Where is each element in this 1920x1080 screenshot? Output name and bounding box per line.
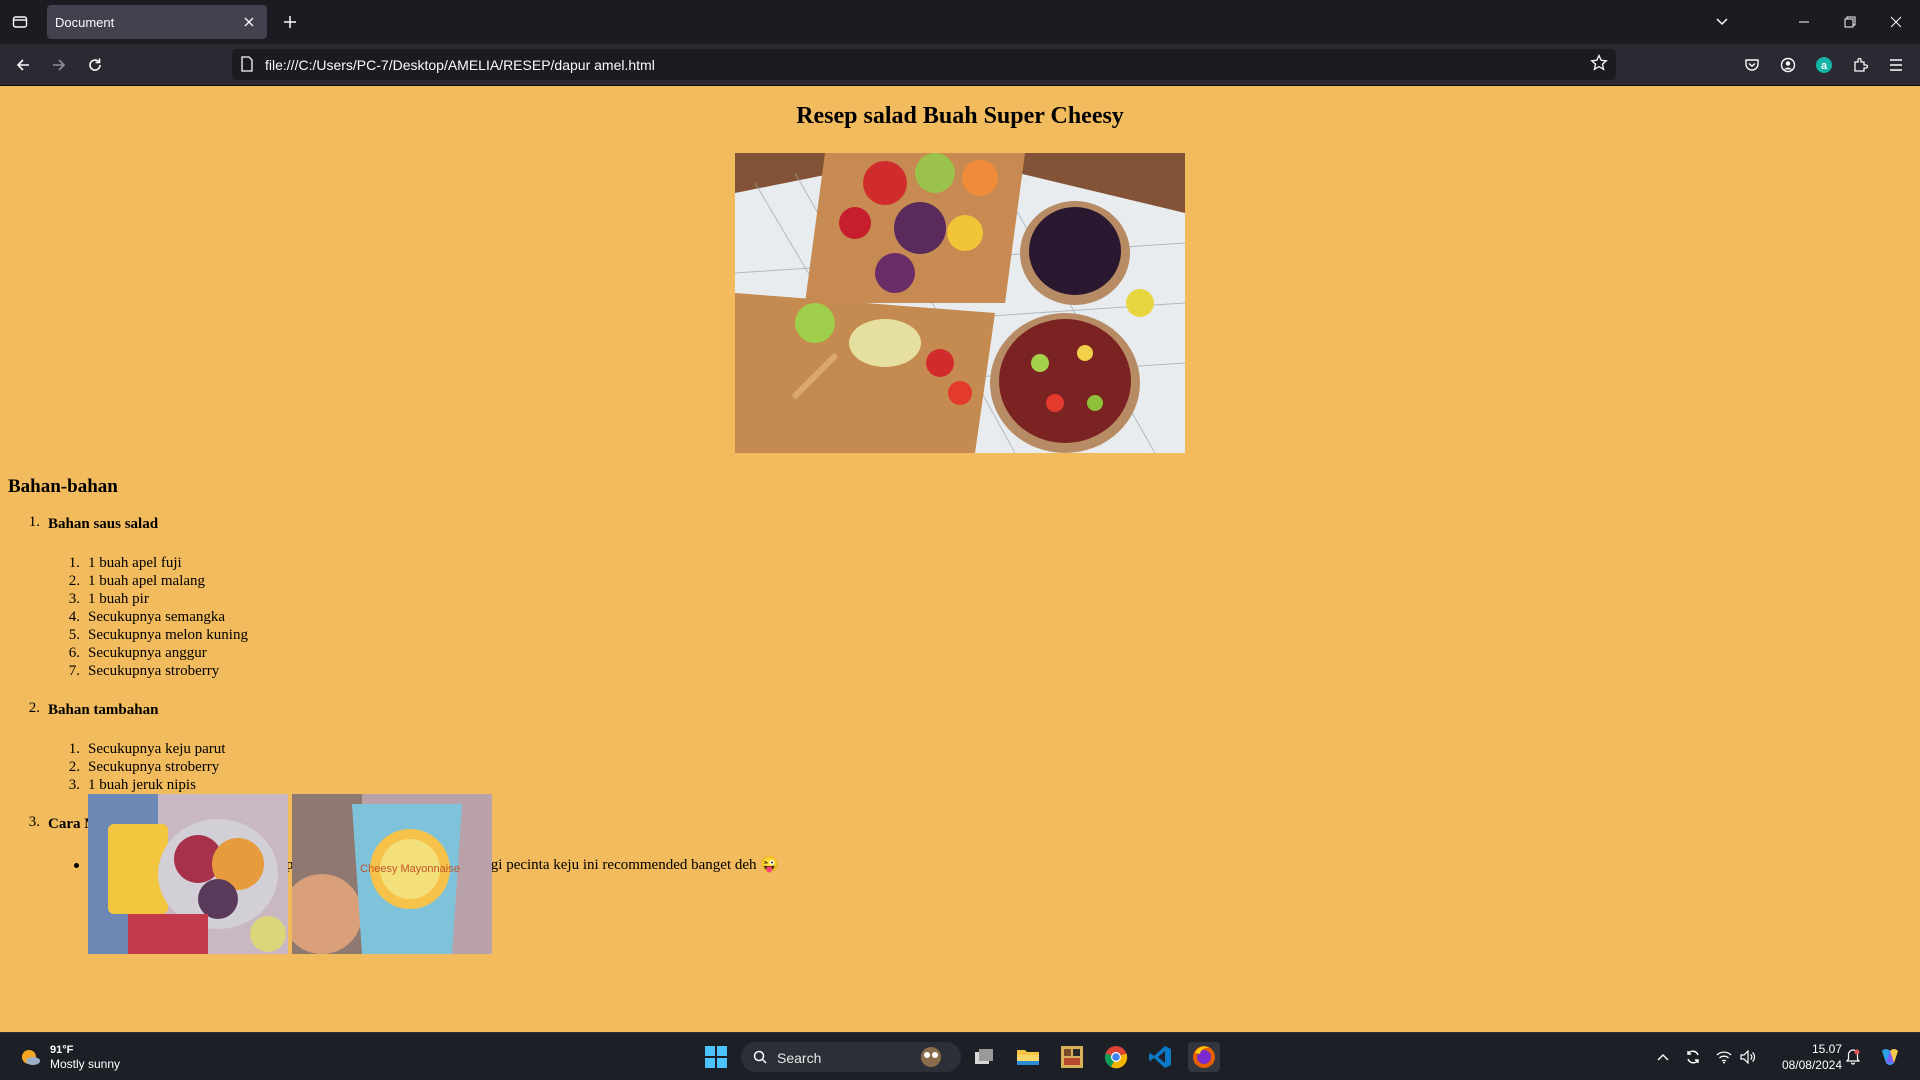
chrome-icon[interactable] [1100, 1042, 1132, 1072]
page-title: Resep salad Buah Super Cheesy [796, 103, 1124, 129]
task-view-icon[interactable] [968, 1042, 1000, 1072]
extensions-icon[interactable] [1847, 52, 1873, 78]
item-number: 6. [68, 645, 80, 661]
pocket-icon[interactable] [1739, 52, 1765, 78]
group-bahan-tambahan: 2. Bahan tambahan 1. Secukupnya keju paru… [0, 700, 779, 794]
windows-taskbar: 91°F Mostly sunny Search 15.07 08/08/202… [0, 1032, 1920, 1080]
new-tab-icon[interactable] [278, 10, 302, 34]
item-text: 1 buah pir [88, 591, 149, 607]
browser-tab-bar: Document [0, 0, 1920, 44]
item-number: 3. [68, 777, 80, 793]
chevron-up-icon[interactable] [1652, 1045, 1674, 1069]
list-item: 6. Secukupnya anggur [48, 644, 779, 662]
bahan-tambahan-items: 1. Secukupnya keju parut 2. Secukupnya str… [48, 740, 779, 794]
list-item: 4. Secukupnya semangka [48, 608, 779, 626]
group-saus-salad: 1. Bahan saus salad 1. 1 buah apel fuji 2… [0, 514, 779, 680]
item-number: 1. [68, 741, 80, 757]
weather-desc: Mostly sunny [50, 1057, 121, 1071]
start-icon[interactable] [700, 1042, 732, 1072]
copilot-icon[interactable] [1876, 1045, 1904, 1069]
tab-document[interactable]: Document [47, 5, 267, 39]
group-title: Bahan tambahan [48, 702, 159, 718]
item-text: Secukupnya stroberry [88, 759, 220, 775]
forward-icon[interactable] [46, 52, 72, 78]
vscode-icon[interactable] [1144, 1042, 1176, 1072]
group-number: 3. [28, 814, 40, 830]
account-icon[interactable] [1775, 52, 1801, 78]
tab-title: Document [55, 15, 115, 30]
step-photos: Cheesy Mayonnaise [88, 794, 492, 954]
item-number: 7. [68, 663, 80, 679]
ingredients-photo [88, 794, 288, 954]
reload-icon[interactable] [82, 52, 108, 78]
page-icon [240, 56, 254, 77]
extension-a-icon[interactable]: a [1811, 52, 1837, 78]
list-item: 2. Secukupnya stroberry [48, 758, 779, 776]
clock-date: 08/08/2024 [1781, 1058, 1842, 1072]
search-highlight-icon [921, 1047, 941, 1067]
item-text: Secukupnya anggur [88, 645, 207, 661]
close-tab-icon[interactable] [239, 12, 259, 32]
item-text: 1 buah apel fuji [88, 555, 182, 571]
group-number: 1. [28, 514, 40, 530]
notification-bell-icon[interactable] [1842, 1045, 1864, 1069]
saus-salad-items: 1. 1 buah apel fuji 2. 1 buah apel malang … [48, 554, 779, 680]
list-item: 2. 1 buah apel malang [48, 572, 779, 590]
app-icon[interactable] [1056, 1042, 1088, 1072]
list-item: 5. Secukupnya melon kuning [48, 626, 779, 644]
search-icon [753, 1050, 767, 1064]
wifi-icon[interactable] [1713, 1045, 1735, 1069]
close-window-icon[interactable] [1882, 10, 1910, 34]
minimize-icon[interactable] [1790, 10, 1818, 34]
list-item: 1. Secukupnya keju parut [48, 740, 779, 758]
firefox-icon[interactable] [1188, 1042, 1220, 1072]
weather-temp: 91°F [50, 1044, 74, 1056]
sun-icon [22, 1050, 40, 1065]
fruit-salad-hero-image [735, 153, 1185, 453]
list-item: 3. 1 buah jeruk nipis [48, 776, 779, 794]
item-number: 3. [68, 591, 80, 607]
weather-widget[interactable]: 91°F Mostly sunny [18, 1043, 120, 1071]
mayo-label: Cheesy Mayonnaise [360, 863, 460, 875]
item-number: 1. [68, 555, 80, 571]
item-text: 1 buah jeruk nipis [88, 777, 196, 793]
item-number: 2. [68, 573, 80, 589]
mayonnaise-photo: Cheesy Mayonnaise [292, 794, 492, 954]
svg-text:a: a [1821, 60, 1828, 72]
item-text: Secukupnya keju parut [88, 741, 226, 757]
search-placeholder: Search [777, 1050, 822, 1066]
group-title: Bahan saus salad [48, 516, 159, 532]
back-icon[interactable] [10, 52, 36, 78]
list-item: 3. 1 buah pir [48, 590, 779, 608]
item-number: 4. [68, 609, 80, 625]
file-explorer-icon[interactable] [1012, 1042, 1044, 1072]
item-text: 1 buah apel malang [88, 573, 206, 589]
group-number: 2. [28, 700, 40, 716]
search-bar[interactable]: Search [741, 1042, 961, 1072]
browser-nav-bar: file:///C:/Users/PC-7/Desktop/AMELIA/RES… [0, 44, 1920, 86]
tab-list-icon[interactable] [8, 10, 32, 34]
item-text: Secukupnya stroberry [88, 663, 220, 679]
volume-icon[interactable] [1737, 1045, 1759, 1069]
item-text: Secukupnya melon kuning [88, 627, 248, 643]
sync-icon[interactable] [1682, 1045, 1704, 1069]
address-bar[interactable]: file:///C:/Users/PC-7/Desktop/AMELIA/RES… [232, 49, 1616, 80]
list-item: 1. 1 buah apel fuji [48, 554, 779, 572]
menu-icon[interactable] [1883, 52, 1909, 78]
bookmark-star-icon[interactable] [1590, 53, 1608, 77]
clock-time: 15.07 [1811, 1042, 1842, 1056]
item-number: 5. [68, 627, 80, 643]
clock[interactable]: 15.07 08/08/2024 [1770, 1041, 1842, 1073]
list-all-tabs-icon[interactable] [1708, 10, 1736, 34]
restore-icon[interactable] [1836, 10, 1864, 34]
list-item: 7. Secukupnya stroberry [48, 662, 779, 680]
ingredients-heading: Bahan-bahan [8, 476, 118, 497]
url-text: file:///C:/Users/PC-7/Desktop/AMELIA/RES… [265, 57, 655, 73]
item-text: Secukupnya semangka [88, 609, 226, 625]
item-number: 2. [68, 759, 80, 775]
